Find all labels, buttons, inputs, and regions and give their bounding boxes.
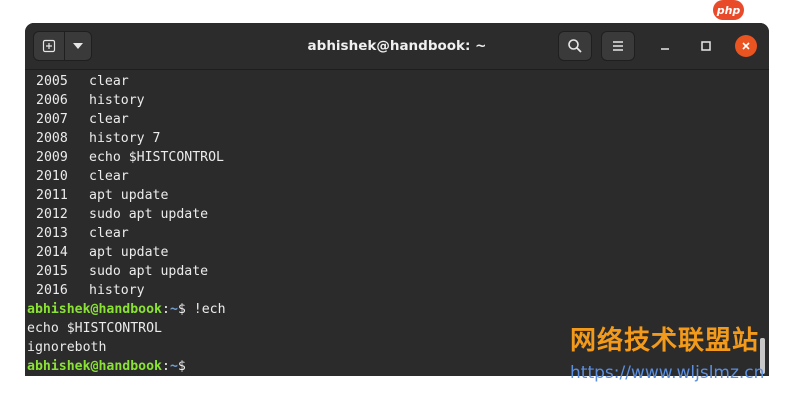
history-command: sudo apt update — [89, 264, 209, 279]
history-line: 2011 apt update — [36, 186, 224, 205]
history-number: 2016 — [36, 283, 68, 298]
history-command: history — [89, 283, 145, 298]
history-command: clear — [89, 226, 129, 241]
history-line: 2014 apt update — [36, 243, 224, 262]
prompt-path: ~ — [169, 302, 178, 317]
history-number: 2010 — [36, 169, 68, 184]
history-command: echo $HISTCONTROL — [89, 150, 224, 165]
menu-button[interactable] — [601, 31, 635, 61]
entered-command: !ech — [193, 302, 226, 317]
history-command: clear — [89, 169, 129, 184]
history-command: history 7 — [89, 131, 161, 146]
watermark-url: https://www.wljslmz.cn — [570, 363, 765, 383]
output-line: ignoreboth — [27, 340, 107, 355]
prompt-separator: : — [161, 302, 170, 317]
prompt-line: abhishek@handbook:~$ — [27, 357, 226, 376]
history-line: 2006 history — [36, 91, 224, 110]
prompt-separator: : — [161, 359, 170, 374]
session-tail: abhishek@handbook:~$ !ech echo $HISTCONT… — [27, 300, 226, 376]
history-command: apt update — [89, 188, 169, 203]
history-line: 2009 echo $HISTCONTROL — [36, 148, 224, 167]
history-command: sudo apt update — [89, 207, 209, 222]
history-line: 2016 history — [36, 281, 224, 300]
watermark-title: 网络技术联盟站 — [570, 326, 760, 356]
history-line: 2012 sudo apt update — [36, 205, 224, 224]
history-line: 2007 clear — [36, 110, 224, 129]
history-number: 2007 — [36, 112, 68, 127]
new-tab-button[interactable] — [33, 31, 65, 61]
window-title: abhishek@handbook: ~ — [307, 38, 487, 54]
new-tab-icon — [42, 39, 56, 53]
header-bar: abhishek@handbook: ~ — [25, 23, 769, 70]
minimize-button[interactable] — [655, 36, 675, 56]
prompt-user-host: abhishek@handbook — [27, 359, 162, 374]
history-line: 2010 clear — [36, 167, 224, 186]
history-command: apt update — [89, 245, 169, 260]
history-number: 2006 — [36, 93, 68, 108]
prompt-line: abhishek@handbook:~$ !ech — [27, 300, 226, 319]
prompt-user-host: abhishek@handbook — [27, 302, 162, 317]
close-button[interactable] — [735, 35, 757, 57]
history-number: 2011 — [36, 188, 68, 203]
history-number: 2005 — [36, 74, 68, 89]
history-number: 2015 — [36, 264, 68, 279]
prompt-symbol: $ — [177, 359, 194, 374]
history-list: 2005 clear 2006 history 2007 clear 2008 hist… — [36, 72, 224, 300]
history-number: 2008 — [36, 131, 68, 146]
search-button[interactable] — [558, 31, 592, 61]
history-command: history — [89, 93, 145, 108]
search-icon — [568, 39, 582, 53]
output-line: echo $HISTCONTROL — [27, 321, 162, 336]
history-number: 2013 — [36, 226, 68, 241]
history-command: clear — [89, 112, 129, 127]
history-line: 2008 history 7 — [36, 129, 224, 148]
minimize-icon — [661, 48, 669, 50]
hamburger-menu-icon — [613, 41, 623, 51]
history-line: 2005 clear — [36, 72, 224, 91]
history-line: 2015 sudo apt update — [36, 262, 224, 281]
history-line: 2013 clear — [36, 224, 224, 243]
prompt-symbol: $ — [177, 302, 194, 317]
history-number: 2012 — [36, 207, 68, 222]
history-number: 2009 — [36, 150, 68, 165]
history-command: clear — [89, 74, 129, 89]
maximize-button[interactable] — [696, 36, 716, 56]
prompt-path: ~ — [169, 359, 178, 374]
history-number: 2014 — [36, 245, 68, 260]
tab-menu-dropdown-button[interactable] — [64, 31, 92, 61]
maximize-icon — [701, 41, 711, 51]
chevron-down-icon — [73, 43, 83, 49]
close-icon — [742, 42, 750, 50]
php-badge: php — [713, 0, 744, 20]
